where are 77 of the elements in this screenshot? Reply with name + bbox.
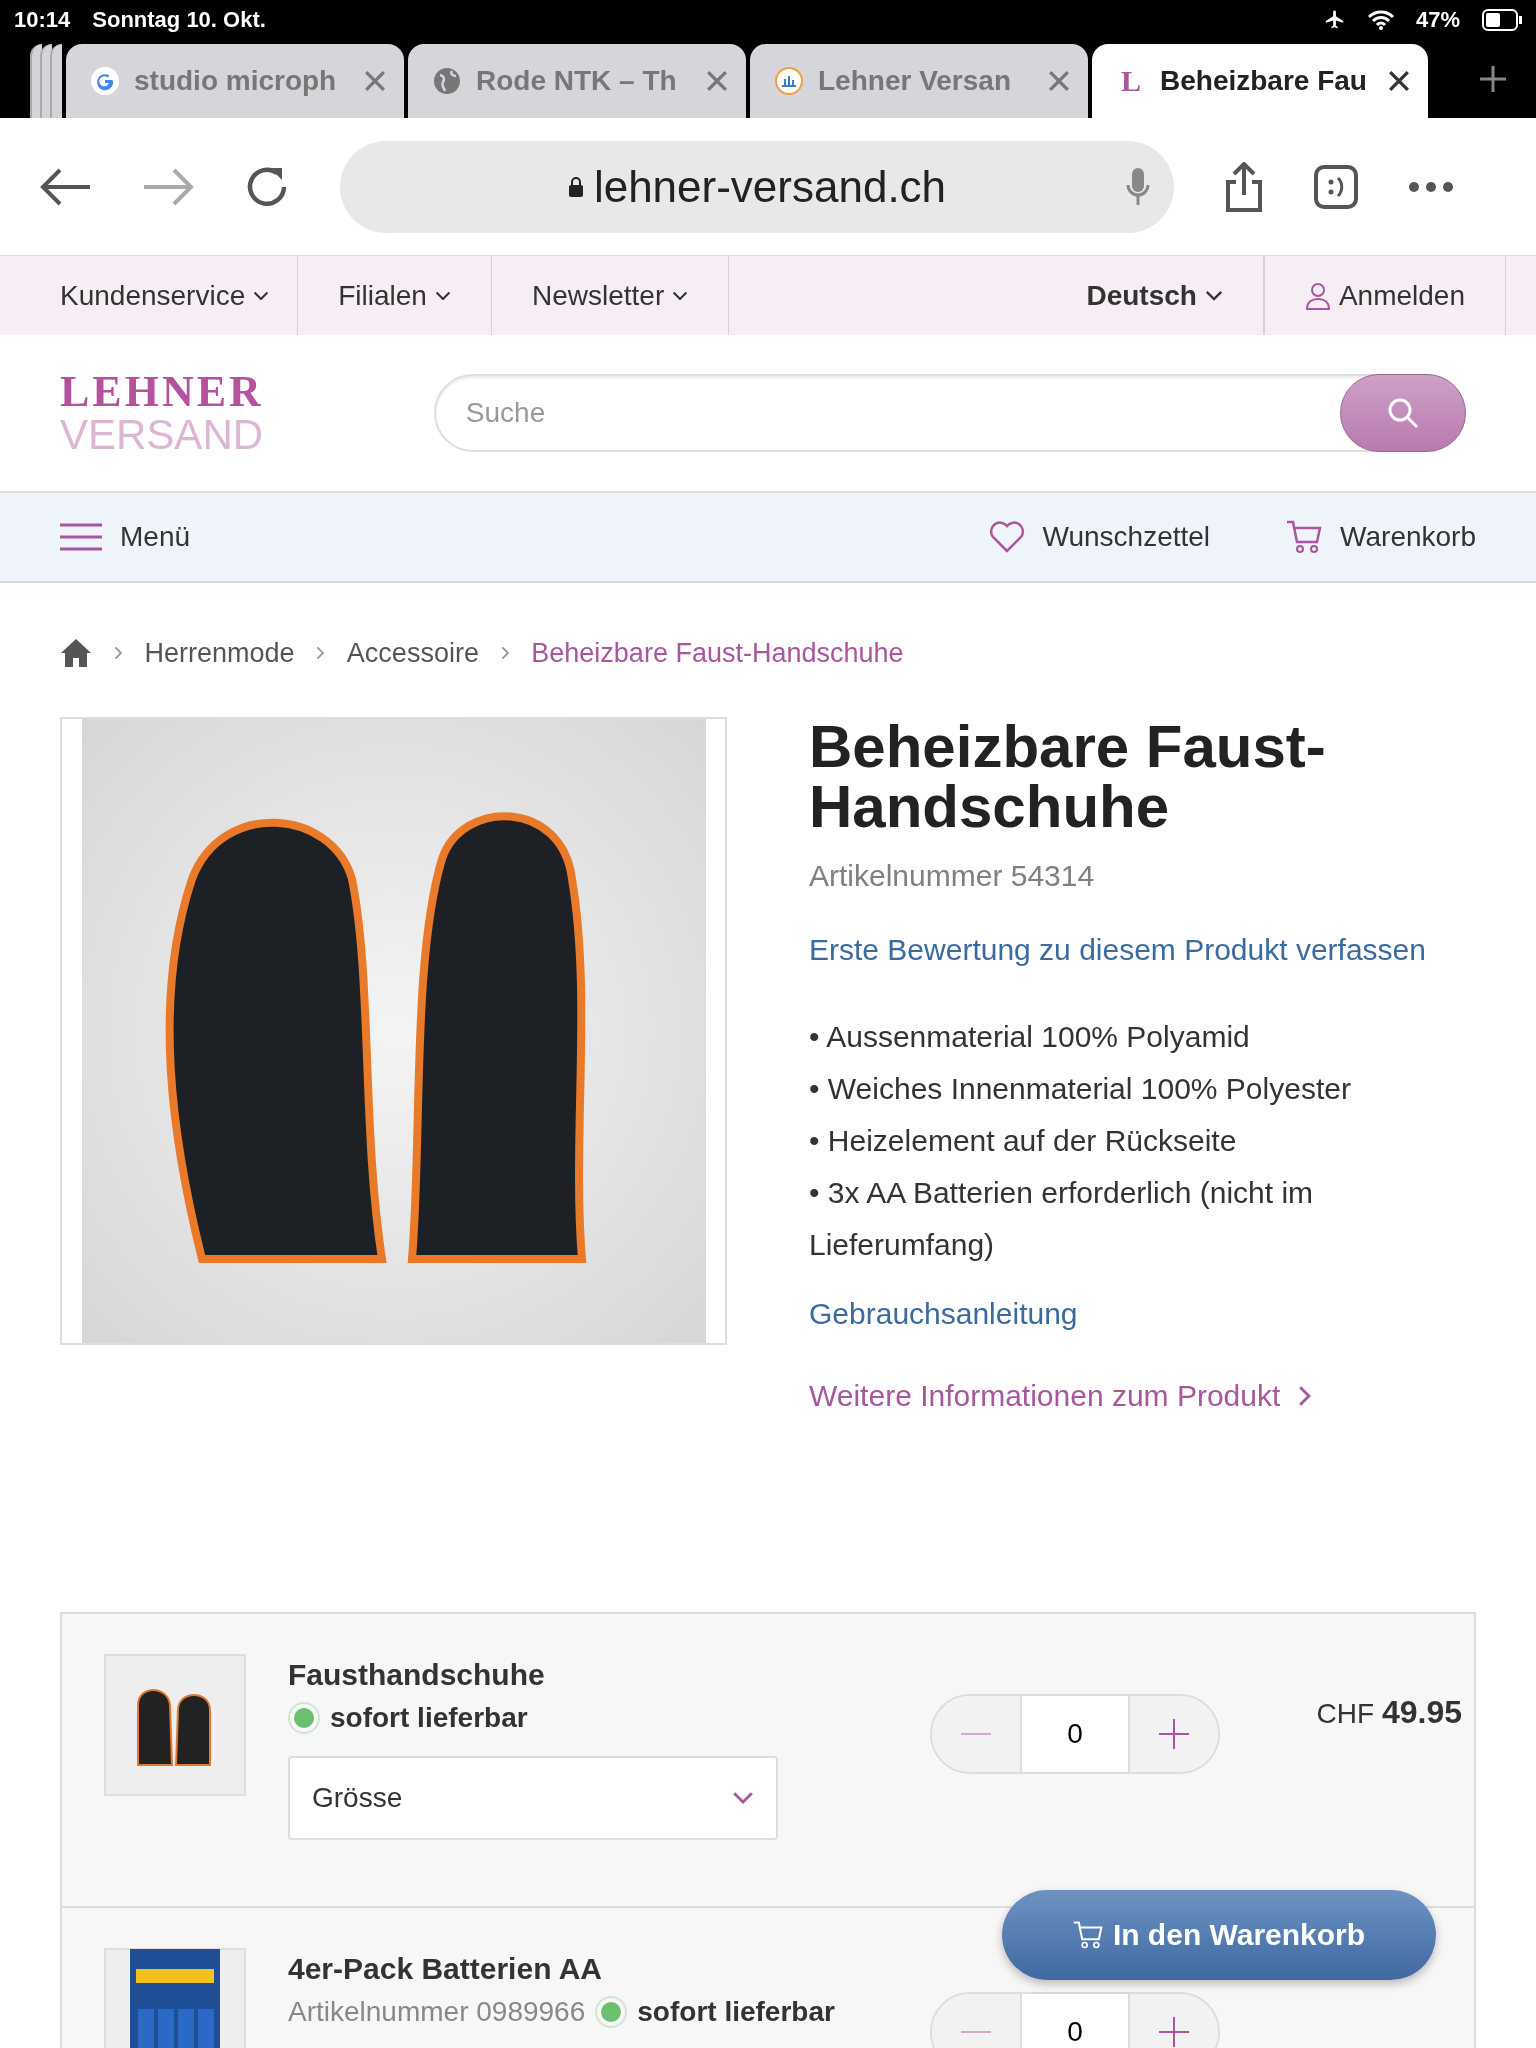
menu-icon — [60, 523, 102, 551]
browser-tab[interactable]: L Beheizbare Fau — [1092, 44, 1428, 118]
variant-name: 4er-Pack Batterien AA — [288, 1952, 604, 1986]
status-time: 10:14 — [14, 7, 71, 33]
minus-icon — [961, 1733, 991, 1735]
chevron-right-icon — [316, 646, 325, 660]
variant-name: Fausthandschuhe — [288, 1658, 546, 1692]
google-icon — [90, 66, 120, 96]
address-bar[interactable]: lehner-versand.ch — [340, 140, 1174, 233]
menu-button[interactable]: Menü — [60, 521, 191, 553]
breadcrumb-link[interactable]: Beheizbare Faust-Handschuhe — [531, 637, 904, 669]
availability-text: sofort lieferbar — [637, 1996, 835, 2028]
close-icon[interactable] — [1388, 70, 1410, 92]
site-logo[interactable]: LEHNER VERSAND — [60, 370, 264, 456]
availability-dot — [288, 1702, 320, 1734]
variant-price: CHF 49.95 — [1315, 1694, 1462, 1732]
cart-icon — [1072, 1920, 1103, 1950]
availability-dot — [595, 1996, 628, 2028]
battery-icon — [1482, 9, 1522, 31]
feature-text: • 3x AA Batterien erforderlich (nicht im Lieferumfang) — [809, 1175, 1315, 1263]
article-number: Artikelnummer 54314 — [809, 859, 1096, 893]
chevron-down-icon — [434, 290, 451, 301]
airplane-icon — [1323, 9, 1346, 31]
nav-link[interactable]: Deutsch — [1046, 256, 1264, 335]
status-date: Sonntag 10. Okt. — [92, 7, 266, 33]
heart-icon — [988, 521, 1025, 553]
search-field[interactable]: Suche — [433, 374, 1466, 452]
forward-icon[interactable] — [142, 166, 194, 207]
chevron-right-icon — [500, 646, 510, 660]
breadcrumb-link[interactable]: Accessoire — [346, 637, 479, 669]
battery-percent: 47% — [1415, 7, 1460, 33]
variant-article-number: Artikelnummer 0989966 — [288, 1996, 586, 2028]
breadcrumb-link[interactable]: Herrenmode — [144, 637, 295, 669]
wishlist-link[interactable]: Wunschzettel — [988, 521, 1211, 553]
cart-link[interactable]: Warenkorb — [1286, 520, 1476, 554]
search-icon — [1387, 397, 1419, 429]
more-icon[interactable] — [1408, 180, 1454, 193]
back-icon[interactable] — [40, 166, 92, 207]
increase-button[interactable] — [1130, 1994, 1218, 2048]
size-select[interactable]: Grösse — [288, 1756, 778, 1840]
nav-link[interactable]: Kundenservice — [60, 256, 299, 335]
home-icon[interactable] — [60, 638, 92, 668]
plus-icon — [1159, 2017, 1189, 2047]
chevron-down-icon — [732, 1791, 754, 1805]
globe-icon — [432, 66, 462, 96]
feature-text: • Heizelement auf der Rückseite — [809, 1123, 1238, 1159]
manual-link[interactable]: Gebrauchsanleitung — [809, 1297, 1469, 1331]
chevron-down-icon — [253, 290, 270, 301]
quantity-field[interactable]: 0 — [1020, 1696, 1130, 1772]
nav-link[interactable]: Filialen — [298, 256, 492, 335]
plus-icon — [1159, 1719, 1189, 1749]
minus-icon — [961, 2031, 991, 2033]
add-to-cart-button[interactable]: In den Warenkorb — [1002, 1890, 1436, 1980]
chevron-down-icon — [672, 290, 689, 301]
microphone-icon[interactable] — [1126, 166, 1150, 207]
nav-link[interactable]: Anmelden — [1263, 256, 1506, 335]
new-tab-icon[interactable] — [1478, 64, 1508, 94]
feature-text: • Aussenmaterial 100% Polyamid — [809, 1019, 1251, 1055]
nav-link[interactable]: Newsletter — [491, 256, 730, 335]
share-icon[interactable] — [1224, 161, 1264, 212]
tabs-icon[interactable] — [1314, 164, 1358, 209]
wifi-icon — [1367, 10, 1394, 30]
user-icon — [1304, 281, 1331, 310]
site-logo-icon — [774, 66, 804, 96]
availability-text: sofort lieferbar — [330, 1702, 528, 1734]
product-title: Beheizbare Faust-Handschuhe — [809, 717, 1327, 837]
chevron-down-icon — [1204, 290, 1223, 301]
tab-favicon: L — [1120, 64, 1142, 98]
review-link[interactable]: Erste Bewertung zu diesem Produkt verfassen — [809, 933, 1469, 967]
more-info-link[interactable]: Weitere Informationen zum Produkt — [809, 1379, 1469, 1413]
chevron-right-icon — [1298, 1385, 1312, 1407]
quantity-field[interactable]: 0 — [1020, 1994, 1130, 2048]
search-input[interactable]: Suche — [435, 396, 1340, 430]
cart-icon — [1286, 520, 1323, 554]
lock-icon — [567, 176, 584, 197]
feature-text: • Weiches Innenmaterial 100% Polyester — [809, 1071, 1352, 1107]
chevron-right-icon — [114, 646, 123, 660]
